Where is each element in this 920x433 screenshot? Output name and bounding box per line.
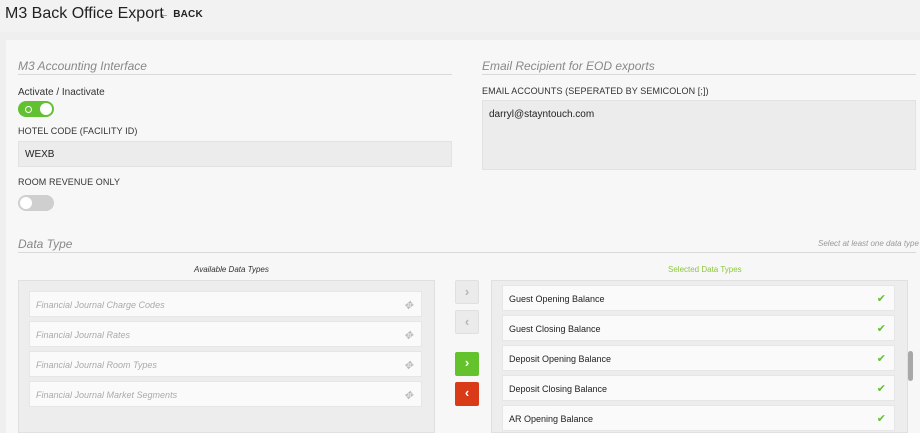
room-revenue-label: ROOM REVENUE ONLY xyxy=(18,177,121,187)
list-item-label: Financial Journal Room Types xyxy=(36,360,157,370)
list-item-label: Deposit Opening Balance xyxy=(509,354,612,364)
toggle-knob xyxy=(40,103,52,115)
move-icon[interactable]: ✥ xyxy=(404,329,413,342)
selected-data-types-title: Selected Data Types xyxy=(668,265,742,274)
check-icon: ✔ xyxy=(876,413,886,425)
move-icon[interactable]: ✥ xyxy=(404,299,413,312)
list-item-label: Guest Opening Balance xyxy=(509,294,605,304)
list-item-label: Financial Journal Charge Codes xyxy=(36,300,165,310)
remove-all-button[interactable]: ‹ xyxy=(455,310,479,334)
arrow-left-icon: ← xyxy=(159,9,170,20)
available-data-types-list[interactable]: Financial Journal Charge Codes ✥ Financi… xyxy=(18,280,435,433)
list-item[interactable]: Deposit Opening Balance ✔ xyxy=(502,345,895,371)
divider xyxy=(482,74,916,75)
data-type-hint: Select at least one data type xyxy=(818,239,919,248)
divider xyxy=(18,252,916,253)
hotel-code-input[interactable]: WEXB xyxy=(18,141,452,167)
back-label: BACK xyxy=(173,9,203,20)
top-bar: M3 Back Office Export ← BACK xyxy=(0,0,920,32)
email-accounts-textarea[interactable]: darryl@stayntouch.com xyxy=(482,100,916,170)
divider xyxy=(18,74,452,75)
accounting-section-title: M3 Accounting Interface xyxy=(18,59,147,73)
list-item-label: AR Opening Balance xyxy=(509,414,594,424)
list-item-label: Financial Journal Market Segments xyxy=(36,390,178,400)
data-type-section-title: Data Type xyxy=(18,237,73,251)
list-item-label: Guest Closing Balance xyxy=(509,324,601,334)
check-icon: ✔ xyxy=(876,323,886,335)
move-icon[interactable]: ✥ xyxy=(404,359,413,372)
back-button[interactable]: ← BACK xyxy=(159,9,203,20)
list-item[interactable]: Financial Journal Charge Codes ✥ xyxy=(29,291,422,317)
page-title: M3 Back Office Export xyxy=(5,5,164,22)
list-item[interactable]: AR Opening Balance ✔ xyxy=(502,405,895,431)
remove-button[interactable]: ‹ xyxy=(455,382,479,406)
activate-toggle[interactable] xyxy=(18,101,54,117)
check-icon: ✔ xyxy=(876,383,886,395)
list-item[interactable]: Guest Closing Balance ✔ xyxy=(502,315,895,341)
list-item-label: Financial Journal Rates xyxy=(36,330,131,340)
settings-panel: M3 Accounting Interface Activate / Inact… xyxy=(6,40,920,433)
selected-data-types-list[interactable]: Guest Opening Balance ✔ Guest Closing Ba… xyxy=(491,280,908,433)
check-icon: ✔ xyxy=(876,293,886,305)
list-item-label: Deposit Closing Balance xyxy=(509,384,608,394)
email-section-title: Email Recipient for EOD exports xyxy=(482,59,655,73)
toggle-knob xyxy=(20,197,32,209)
list-item[interactable]: Guest Opening Balance ✔ xyxy=(502,285,895,311)
room-revenue-toggle[interactable] xyxy=(18,195,54,211)
scrollbar-thumb[interactable] xyxy=(908,351,913,381)
add-button[interactable]: › xyxy=(455,352,479,376)
list-item[interactable]: Financial Journal Room Types ✥ xyxy=(29,351,422,377)
list-item[interactable]: Financial Journal Market Segments ✥ xyxy=(29,381,422,407)
available-data-types-title: Available Data Types xyxy=(194,265,269,274)
activate-label: Activate / Inactivate xyxy=(18,87,105,98)
email-accounts-label: EMAIL ACCOUNTS (SEPERATED BY SEMICOLON [… xyxy=(482,86,709,96)
list-item[interactable]: Financial Journal Rates ✥ xyxy=(29,321,422,347)
add-all-button[interactable]: › xyxy=(455,280,479,304)
move-icon[interactable]: ✥ xyxy=(404,389,413,402)
list-item[interactable]: Deposit Closing Balance ✔ xyxy=(502,375,895,401)
hotel-code-label: HOTEL CODE (FACILITY ID) xyxy=(18,126,138,136)
check-icon: ✔ xyxy=(876,353,886,365)
